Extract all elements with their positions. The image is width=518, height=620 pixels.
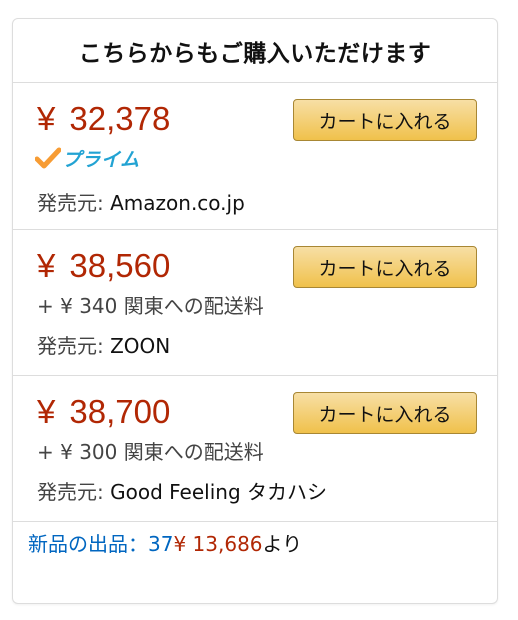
seller-label: 発売元: (37, 480, 104, 504)
seller-name: Good Feeling タカハシ (110, 480, 327, 504)
price-value: 38,700 (69, 393, 171, 430)
add-to-cart-button[interactable]: カートに入れる (293, 99, 477, 141)
shipping-fee: + ¥ 300 関東への配送料 (37, 440, 264, 464)
new-offers-count: 37 (148, 532, 174, 556)
seller-label: 発売元: (37, 191, 104, 215)
prime-label: プライム (62, 148, 140, 171)
box-title: こちらからもご購入いただけます (13, 19, 497, 83)
seller-info: 発売元: ZOON (37, 330, 170, 359)
seller-info: 発売元: Amazon.co.jp (37, 187, 245, 216)
price-value: 32,378 (69, 100, 171, 137)
other-sellers-box: こちらからもご購入いただけます ¥32,378 カートに入れる プライム 発売元… (12, 18, 498, 604)
currency-symbol: ¥ (37, 393, 56, 430)
shipping-fee: + ¥ 340 関東への配送料 (37, 294, 264, 318)
seller-info: 発売元: Good Feeling タカハシ (37, 476, 327, 505)
add-to-cart-button[interactable]: カートに入れる (293, 392, 477, 434)
new-offers-label: 新品の出品： (28, 532, 148, 556)
min-price: ¥ 13,686 (173, 532, 263, 556)
currency-symbol: ¥ (37, 247, 56, 284)
offer-row: ¥38,700 カートに入れる + ¥ 300 関東への配送料 発売元: Goo… (13, 376, 497, 522)
check-icon (35, 147, 61, 169)
min-price-suffix: より (262, 532, 303, 556)
prime-badge: プライム (35, 145, 140, 171)
offer-price: ¥38,700 (37, 392, 170, 432)
currency-symbol: ¥ (37, 100, 56, 137)
offer-row: ¥32,378 カートに入れる プライム 発売元: Amazon.co.jp (13, 83, 497, 230)
offer-price: ¥38,560 (37, 246, 170, 286)
new-offers-summary: 新品の出品：37¥ 13,686より (28, 528, 302, 557)
seller-name: ZOON (110, 334, 171, 358)
seller-label: 発売元: (37, 334, 104, 358)
offer-price: ¥32,378 (37, 99, 170, 139)
new-offers-link[interactable]: 新品の出品：37 (28, 532, 173, 556)
seller-name: Amazon.co.jp (110, 191, 245, 215)
offer-row: ¥38,560 カートに入れる + ¥ 340 関東への配送料 発売元: ZOO… (13, 230, 497, 376)
price-value: 38,560 (69, 247, 171, 284)
add-to-cart-button[interactable]: カートに入れる (293, 246, 477, 288)
